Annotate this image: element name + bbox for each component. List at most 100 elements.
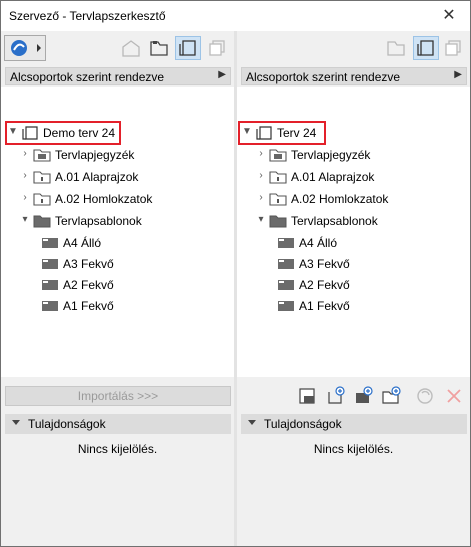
left-pane: Alcsoportok szerint rendezve ▶ ▼ Demo te… — [1, 31, 234, 546]
chevron-right-icon[interactable]: › — [255, 170, 267, 182]
tree-item-label: Tervlapjegyzék — [291, 148, 371, 162]
chevron-down-icon[interactable]: ▾ — [19, 214, 31, 226]
tree-item-folder[interactable]: ▾ Tervlapsablonok — [255, 211, 455, 231]
folder-icon — [33, 169, 51, 185]
master-layout-icon — [277, 277, 295, 293]
master-folder-icon — [33, 213, 51, 229]
master-layout-icon — [277, 235, 295, 251]
properties-header[interactable]: Tulajdonságok — [241, 414, 467, 434]
chevron-right-icon[interactable]: › — [19, 170, 31, 182]
sort-dropdown[interactable]: Alcsoportok szerint rendezve ▶ — [241, 67, 467, 85]
index-folder-icon — [269, 147, 287, 163]
folder-icon — [269, 169, 287, 185]
project-name: Terv 24 — [277, 126, 317, 140]
close-icon[interactable]: ✕ — [438, 5, 460, 27]
master-folder-icon — [269, 213, 287, 229]
layout-book-icon — [21, 125, 39, 141]
delete-icon[interactable] — [443, 386, 465, 406]
master-layout-icon — [41, 256, 59, 272]
tree-item-label: Tervlapsablonok — [291, 214, 378, 228]
sort-label: Alcsoportok szerint rendezve — [246, 70, 401, 84]
chevron-right-icon: ▶ — [454, 69, 462, 80]
master-layout-icon — [277, 256, 295, 272]
tree-item-label: Tervlapjegyzék — [55, 148, 135, 162]
tree-item-folder[interactable]: › Tervlapjegyzék — [19, 145, 219, 165]
master-layout-item[interactable]: A2 Fekvő — [263, 275, 443, 295]
update-icon[interactable] — [414, 386, 436, 406]
tree-item-folder[interactable]: › A.01 Alaprajzok — [255, 167, 455, 187]
tree-item-folder[interactable]: ▾ Tervlapsablonok — [19, 211, 219, 231]
settings-icon[interactable] — [297, 386, 319, 406]
tree-item-folder[interactable]: › A.02 Homlokzatok — [19, 189, 219, 209]
master-layout-item[interactable]: A2 Fekvő — [27, 275, 207, 295]
caret-down-icon — [248, 420, 256, 425]
master-layout-label: A1 Fekvő — [299, 299, 350, 313]
tree-item-label: A.01 Alaprajzok — [55, 170, 139, 184]
archicad-logo-icon — [11, 40, 41, 56]
sort-dropdown[interactable]: Alcsoportok szerint rendezve ▶ — [5, 67, 231, 85]
left-toolbar — [1, 31, 234, 65]
chevron-down-icon[interactable]: ▾ — [255, 214, 267, 226]
master-layout-item[interactable]: A4 Álló — [263, 233, 443, 253]
sort-label: Alcsoportok szerint rendezve — [10, 70, 165, 84]
chevron-right-icon: ▶ — [218, 69, 226, 80]
master-layout-item[interactable]: A4 Álló — [27, 233, 207, 253]
tree-item-folder[interactable]: › A.02 Homlokzatok — [255, 189, 455, 209]
new-subset-icon[interactable] — [381, 386, 403, 406]
master-layout-item[interactable]: A1 Fekvő — [27, 296, 207, 316]
publisher-sets-icon[interactable] — [441, 36, 467, 60]
layout-book-icon[interactable] — [413, 36, 439, 60]
properties-header[interactable]: Tulajdonságok — [5, 414, 231, 434]
import-button[interactable]: Importálás >>> — [5, 386, 231, 406]
chevron-right-icon[interactable]: › — [19, 148, 31, 160]
tree-item-project[interactable]: ▼ Terv 24 — [241, 123, 441, 143]
title-bar: Szervező - Tervlapszerkesztő ✕ — [1, 1, 470, 31]
tree-item-project[interactable]: ▼ Demo terv 24 — [7, 123, 207, 143]
project-map-icon[interactable] — [118, 36, 144, 60]
tree-item-folder[interactable]: › Tervlapjegyzék — [255, 145, 455, 165]
chevron-right-icon[interactable]: › — [255, 148, 267, 160]
project-name: Demo terv 24 — [43, 126, 116, 140]
new-layout-icon[interactable] — [325, 386, 347, 406]
master-layout-label: A4 Álló — [63, 236, 102, 250]
right-toolbar — [237, 31, 470, 65]
master-layout-item[interactable]: A3 Fekvő — [263, 254, 443, 274]
tree-item-label: A.02 Homlokzatok — [291, 192, 389, 206]
master-layout-icon — [277, 298, 295, 314]
folder-icon — [269, 191, 287, 207]
chevron-down-icon[interactable]: ▼ — [7, 126, 19, 138]
no-selection-text: Nincs kijelölés. — [313, 442, 394, 456]
master-layout-icon — [41, 277, 59, 293]
right-pane: Alcsoportok szerint rendezve ▶ ▼ Terv 24… — [237, 31, 470, 546]
layout-tree: ▼ Demo terv 24 › Tervlapjegyzék › A.01 A… — [1, 87, 234, 377]
chevron-right-icon[interactable]: › — [255, 192, 267, 204]
tree-item-label: A.01 Alaprajzok — [291, 170, 375, 184]
new-master-icon[interactable] — [353, 386, 375, 406]
master-layout-icon — [41, 298, 59, 314]
view-map-icon[interactable] — [146, 36, 172, 60]
layout-tree: ▼ Terv 24 › Tervlapjegyzék › A.01 Alapra… — [237, 87, 470, 377]
tree-item-folder[interactable]: › A.01 Alaprajzok — [19, 167, 219, 187]
window-title: Szervező - Tervlapszerkesztő — [9, 9, 166, 23]
master-layout-label: A3 Fekvő — [299, 257, 350, 271]
caret-down-icon — [12, 420, 20, 425]
master-layout-item[interactable]: A3 Fekvő — [27, 254, 207, 274]
master-layout-item[interactable]: A1 Fekvő — [263, 296, 443, 316]
project-chooser-button[interactable] — [4, 35, 46, 61]
view-map-icon[interactable] — [383, 36, 409, 60]
action-toolbar — [237, 381, 470, 411]
chevron-down-icon[interactable]: ▼ — [241, 126, 253, 138]
chevron-right-icon[interactable]: › — [19, 192, 31, 204]
master-layout-label: A3 Fekvő — [63, 257, 114, 271]
publisher-sets-icon[interactable] — [205, 36, 231, 60]
tree-item-label: Tervlapsablonok — [55, 214, 142, 228]
properties-label: Tulajdonságok — [264, 417, 342, 431]
master-layout-label: A1 Fekvő — [63, 299, 114, 313]
properties-label: Tulajdonságok — [28, 417, 106, 431]
no-selection-text: Nincs kijelölés. — [77, 442, 158, 456]
master-layout-label: A4 Álló — [299, 236, 338, 250]
folder-icon — [33, 191, 51, 207]
layout-book-icon — [255, 125, 273, 141]
layout-book-icon[interactable] — [175, 36, 201, 60]
index-folder-icon — [33, 147, 51, 163]
